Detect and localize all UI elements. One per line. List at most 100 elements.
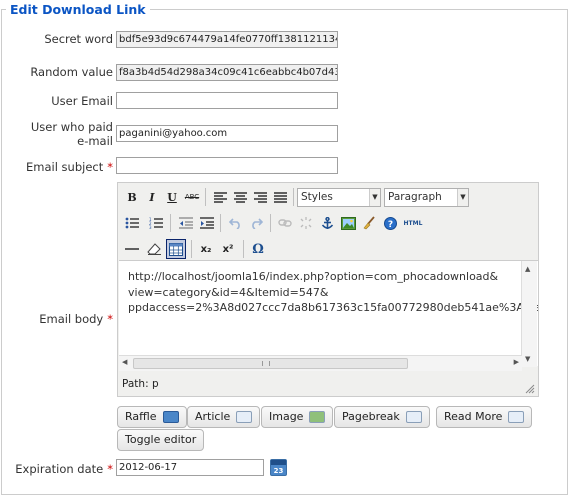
bold-button[interactable]: B bbox=[122, 187, 142, 207]
required-mark: * bbox=[107, 312, 113, 326]
anchor-icon[interactable] bbox=[317, 213, 337, 233]
image-button-label: Image bbox=[269, 410, 304, 423]
indent-icon[interactable] bbox=[197, 213, 217, 233]
email-body-label-text: Email body bbox=[39, 312, 104, 326]
image-icon bbox=[309, 411, 326, 423]
format-select[interactable]: Paragraph ▼ bbox=[384, 188, 469, 207]
expiration-date-label-text: Expiration date bbox=[15, 462, 104, 476]
horizontal-rule-icon[interactable] bbox=[122, 239, 142, 259]
random-value-label: Random value bbox=[30, 65, 113, 79]
redo-icon[interactable] bbox=[246, 213, 266, 233]
eraser-icon[interactable] bbox=[144, 239, 164, 259]
align-right-icon[interactable] bbox=[250, 187, 270, 207]
styles-select[interactable]: Styles ▼ bbox=[297, 188, 381, 207]
editor-status-bar: Path: p bbox=[119, 375, 538, 395]
image-button[interactable]: Image bbox=[261, 406, 334, 428]
outdent-icon[interactable] bbox=[176, 213, 196, 233]
italic-button[interactable]: I bbox=[142, 187, 162, 207]
content-line: view=category&id=4&Itemid=547& bbox=[128, 285, 329, 299]
user-paid-label-line2: e-mail bbox=[77, 134, 113, 148]
html-source-button[interactable]: HTML bbox=[401, 213, 425, 233]
unlink-icon[interactable] bbox=[296, 213, 316, 233]
expiration-date-field[interactable]: 2012-06-17 bbox=[116, 459, 264, 476]
cleanup-icon[interactable] bbox=[359, 213, 379, 233]
special-character-button[interactable]: Ω bbox=[248, 239, 268, 259]
subscript-button[interactable]: x₂ bbox=[196, 239, 216, 259]
help-icon[interactable]: ? bbox=[380, 213, 400, 233]
email-subject-field[interactable] bbox=[116, 157, 338, 174]
toolbar-separator bbox=[243, 240, 244, 258]
scroll-up-icon[interactable]: ▲ bbox=[525, 265, 530, 273]
rich-text-editor: B I U ABC Styles ▼ Paragraph ▼ 1 2 3 ? H… bbox=[117, 182, 539, 397]
scroll-right-icon[interactable]: ▶ bbox=[514, 358, 519, 366]
user-paid-label-line1: User who paid bbox=[30, 120, 113, 134]
user-paid-label: User who paid e-mail bbox=[20, 120, 113, 148]
pagebreak-button-label: Pagebreak bbox=[342, 410, 400, 423]
article-button-label: Article bbox=[195, 410, 231, 423]
required-mark: * bbox=[107, 462, 113, 476]
random-value-field[interactable]: f8a3b4d54d298a34c09c41c6eabbc4b07d436fa2… bbox=[116, 64, 338, 81]
status-path: Path: p bbox=[122, 378, 159, 390]
underline-button[interactable]: U bbox=[162, 187, 182, 207]
read-more-button-label: Read More bbox=[444, 410, 503, 423]
calendar-icon[interactable]: 23 bbox=[270, 459, 287, 476]
chevron-down-icon: ▼ bbox=[457, 189, 468, 206]
fieldset-legend: Edit Download Link bbox=[6, 2, 150, 17]
svg-text:?: ? bbox=[387, 220, 392, 230]
toolbar-row-1: B I U ABC Styles ▼ Paragraph ▼ bbox=[120, 185, 536, 209]
scroll-down-icon[interactable]: ▼ bbox=[525, 355, 530, 363]
align-left-icon[interactable] bbox=[210, 187, 230, 207]
toolbar-separator bbox=[170, 214, 171, 232]
user-email-field[interactable] bbox=[116, 92, 338, 109]
toolbar-separator bbox=[220, 214, 221, 232]
user-paid-email-field[interactable]: paganini@yahoo.com bbox=[116, 125, 338, 142]
content-line: ppdaccess=2%3A8d027ccc7da8b617363c15fa00… bbox=[128, 301, 538, 314]
required-mark: * bbox=[107, 160, 113, 174]
chevron-down-icon: ▼ bbox=[369, 189, 380, 206]
scroll-left-icon[interactable]: ◀ bbox=[122, 358, 127, 366]
scrollbar-thumb[interactable] bbox=[133, 358, 408, 369]
pagebreak-button[interactable]: Pagebreak bbox=[334, 406, 430, 428]
toolbar-separator bbox=[270, 214, 271, 232]
email-body-label: Email body * bbox=[10, 312, 113, 326]
horizontal-scrollbar[interactable]: ◀ ▶ bbox=[119, 355, 522, 371]
styles-select-value: Styles bbox=[301, 191, 333, 203]
align-justify-icon[interactable] bbox=[270, 187, 290, 207]
pagebreak-icon bbox=[405, 411, 422, 423]
format-select-value: Paragraph bbox=[388, 191, 442, 203]
read-more-button[interactable]: Read More bbox=[436, 406, 533, 428]
editor-content-area[interactable]: http://localhost/joomla16/index.php?opti… bbox=[119, 260, 538, 366]
article-icon bbox=[236, 411, 253, 423]
read-more-icon bbox=[508, 411, 525, 423]
svg-text:3: 3 bbox=[149, 225, 152, 229]
content-line: http://localhost/joomla16/index.php?opti… bbox=[128, 270, 499, 283]
user-email-label: User Email bbox=[51, 94, 113, 108]
superscript-button[interactable]: x² bbox=[218, 239, 238, 259]
toolbar-separator bbox=[205, 188, 206, 206]
toolbar-row-3: x₂ x² Ω bbox=[120, 237, 536, 261]
toolbar-row-2: 123 ? HTML bbox=[120, 211, 536, 235]
toggle-editor-button-label: Toggle editor bbox=[125, 433, 197, 446]
article-button[interactable]: Article bbox=[187, 406, 261, 428]
expiration-date-label: Expiration date * bbox=[5, 462, 113, 476]
secret-word-field[interactable]: bdf5e93d9c674479a14fe0770ff1381121134580… bbox=[116, 31, 338, 48]
link-icon[interactable] bbox=[275, 213, 295, 233]
align-center-icon[interactable] bbox=[230, 187, 250, 207]
email-subject-label-text: Email subject bbox=[26, 160, 104, 174]
toggle-editor-button[interactable]: Toggle editor bbox=[117, 429, 205, 451]
undo-icon[interactable] bbox=[225, 213, 245, 233]
raffle-button[interactable]: Raffle bbox=[117, 406, 187, 428]
vertical-scrollbar[interactable]: ▲ ▼ bbox=[521, 261, 537, 367]
raffle-button-label: Raffle bbox=[125, 410, 157, 423]
raffle-icon bbox=[162, 411, 179, 423]
email-subject-label: Email subject * bbox=[10, 160, 113, 174]
toolbar-separator bbox=[191, 240, 192, 258]
toolbar-separator bbox=[293, 188, 294, 206]
bullet-list-icon[interactable] bbox=[122, 213, 142, 233]
table-icon[interactable] bbox=[166, 239, 186, 259]
numbered-list-icon[interactable]: 123 bbox=[146, 213, 166, 233]
secret-word-label: Secret word bbox=[44, 32, 113, 46]
strikethrough-button[interactable]: ABC bbox=[182, 187, 202, 207]
resize-handle[interactable] bbox=[525, 383, 535, 394]
insert-image-icon[interactable] bbox=[338, 213, 358, 233]
